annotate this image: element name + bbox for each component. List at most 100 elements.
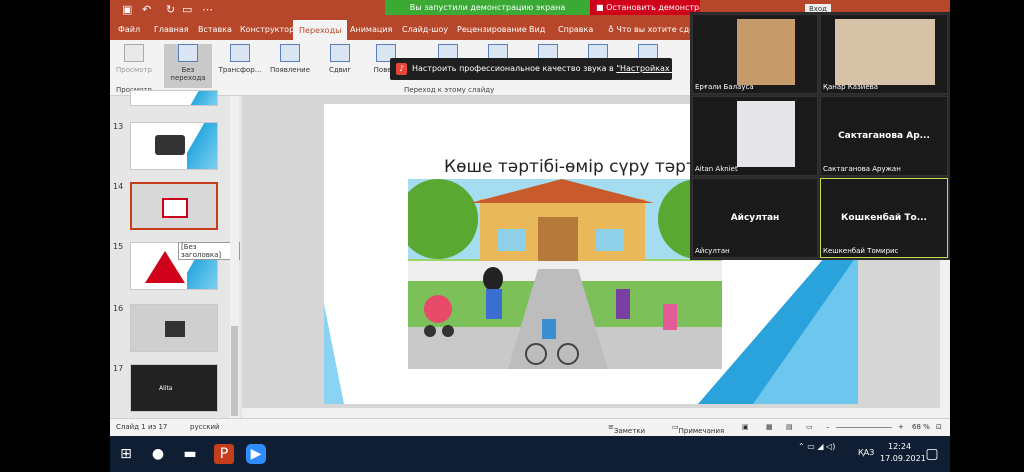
slide-thumbnail-16[interactable] — [130, 304, 218, 352]
slide-counter: Слайд 1 из 17 — [116, 423, 168, 431]
participant-tile[interactable]: Сактаганова Ар... Сактаганова Аружан — [820, 96, 948, 176]
slideshow-view-icon[interactable]: ▭ — [806, 423, 813, 431]
street-scene-picture[interactable] — [408, 179, 722, 369]
zoom-out-button[interactable]: – — [826, 423, 830, 431]
thumb-shape — [187, 91, 217, 105]
menu-home[interactable]: Главная — [154, 20, 189, 40]
menu-view[interactable]: Вид — [529, 20, 545, 40]
group-transition-label: Переход к этому слайду — [404, 86, 495, 94]
participant-name: Ерғали Балауса — [695, 83, 754, 91]
push-button[interactable]: Сдвиг — [316, 44, 364, 88]
traffic-light-icon — [165, 321, 185, 337]
morph-label: Трансфор... — [218, 66, 262, 74]
clock-time[interactable]: 12:24 — [888, 442, 911, 451]
notifications-icon[interactable]: ▢ — [922, 444, 942, 464]
status-bar: Слайд 1 из 17 русский ≡ Заметки ▭ Примеч… — [110, 418, 950, 436]
menu-animations[interactable]: Анимация — [350, 20, 392, 40]
file-explorer-icon[interactable]: ▬ — [180, 444, 200, 464]
no-transition-label: Без перехода — [170, 66, 206, 82]
fade-button[interactable]: Появление — [266, 44, 314, 88]
morph-button[interactable]: Трансфор... — [216, 44, 264, 88]
stop-share-button[interactable]: ■ Остановить демонстрацию — [590, 0, 700, 15]
tray-icons[interactable]: ⌃ ▭ ◢ ◁) — [798, 442, 835, 451]
participant-tile[interactable]: Ерғали Балауса — [692, 14, 818, 94]
notes-label: Заметки — [613, 427, 646, 435]
participant-tile[interactable]: Айсултан Айсултан — [692, 178, 818, 258]
menu-transitions[interactable]: Переходы — [293, 20, 348, 40]
reading-view-icon[interactable]: ▤ — [786, 423, 793, 431]
audio-settings-link[interactable]: "Настройках звука" — [616, 64, 672, 73]
powerpoint-icon[interactable]: P — [214, 444, 234, 464]
participant-name: Сактаганова Аружан — [823, 165, 901, 173]
participant-display-name: Кошкенбай То... — [841, 213, 927, 223]
participant-display-name: Айсултан — [730, 213, 780, 223]
preview-button[interactable]: Просмотр — [110, 44, 158, 88]
slide-thumbnail-12[interactable] — [130, 90, 218, 106]
clock-date[interactable]: 17.09.2021 — [880, 454, 926, 463]
no-transition-button[interactable]: Без перехода — [164, 44, 212, 88]
start-slideshow-icon[interactable]: ▭ — [182, 3, 192, 16]
thumb-shape — [187, 123, 217, 169]
menu-help[interactable]: Справка — [558, 20, 593, 40]
menu-file[interactable]: Файл — [118, 20, 140, 40]
menu-design[interactable]: Конструктор — [240, 20, 294, 40]
participant-tile[interactable]: Қанар Казиева — [820, 14, 948, 94]
comments-label: Примечания — [678, 427, 725, 435]
video-call-panel: Ерғали Балауса Қанар Казиева Aitan Aknie… — [690, 12, 950, 260]
slide-thumbnail-17[interactable]: Alita — [130, 364, 218, 412]
undo-icon[interactable]: ↶ — [142, 3, 151, 16]
menu-slideshow[interactable]: Слайд-шоу — [402, 20, 448, 40]
slide-thumbnail-14[interactable] — [130, 182, 218, 230]
participant-name: Қанар Казиева — [823, 83, 879, 91]
morph-icon — [230, 44, 250, 62]
slides-pane: 13 14 15 [Без заголовка] 16 17 Alita — [110, 90, 240, 418]
slides-pane-scrollbar[interactable] — [230, 96, 239, 418]
more-icon[interactable]: ⋯ — [202, 3, 213, 16]
redo-icon[interactable]: ↻ — [166, 3, 175, 16]
decorative-triangle — [324, 304, 344, 404]
language-indicator[interactable]: русский — [190, 423, 220, 431]
zoom-level[interactable]: 68 % — [912, 423, 930, 431]
participant-video — [737, 101, 795, 167]
slide-sorter-icon[interactable]: ▦ — [766, 423, 773, 431]
decorative-triangle — [753, 254, 858, 404]
keyboard-language[interactable]: ҚАЗ — [858, 448, 874, 457]
push-icon — [330, 44, 350, 62]
menu-insert[interactable]: Вставка — [198, 20, 232, 40]
push-label: Сдвиг — [328, 66, 352, 74]
participant-display-name: Сактаганова Ар... — [838, 131, 930, 141]
fit-slide-icon[interactable]: ⊡ — [936, 423, 942, 431]
slide-thumbnail-13[interactable] — [130, 122, 218, 170]
slide-number: 13 — [113, 122, 124, 131]
participant-name: Кешкенбай Томирис — [823, 247, 899, 255]
normal-view-icon[interactable]: ▣ — [742, 423, 749, 431]
zoom-in-button[interactable]: + — [898, 423, 904, 431]
notes-button[interactable]: ≡ Заметки — [608, 423, 645, 435]
participant-video — [835, 19, 935, 85]
participant-tile[interactable]: Aitan Akniet — [692, 96, 818, 176]
save-icon[interactable]: ▣ — [122, 3, 132, 16]
comments-button[interactable]: ▭ Примечания — [672, 423, 724, 435]
zoom-app-icon[interactable]: ▶ — [246, 444, 266, 464]
warning-sign-icon — [162, 198, 188, 218]
fade-icon — [280, 44, 300, 62]
preview-icon — [124, 44, 144, 62]
windows-start-icon[interactable]: ⊞ — [116, 444, 136, 464]
scrollbar-thumb[interactable] — [231, 326, 238, 416]
street-scene-illustration — [408, 179, 722, 369]
participant-name: Aitan Akniet — [695, 165, 738, 173]
audio-settings-toast[interactable]: ♪ Настроить профессиональное качество зв… — [390, 58, 672, 80]
menu-review[interactable]: Рецензирование — [457, 20, 527, 40]
toast-text: Настроить профессиональное качество звук… — [412, 64, 614, 73]
participant-tile-active-speaker[interactable]: Кошкенбай То... Кешкенбай Томирис — [820, 178, 948, 258]
windows-taskbar: ⊞ ● ▬ P ▶ ⌃ ▭ ◢ ◁) ҚАЗ 12:24 17.09.2021 … — [110, 436, 950, 472]
preview-label: Просмотр — [116, 66, 152, 74]
participant-name: Айсултан — [695, 247, 730, 255]
cortana-icon[interactable]: ● — [148, 444, 168, 464]
stop-share-label: Остановить демонстрацию — [606, 3, 700, 12]
slide-number: 16 — [113, 304, 124, 313]
music-note-icon: ♪ — [396, 63, 407, 75]
zoom-slider[interactable] — [836, 427, 892, 428]
slide-title[interactable]: Көше тәртібі-өмір сүру тәртібі — [444, 157, 716, 177]
editor-horizontal-scrollbar[interactable] — [242, 408, 940, 418]
